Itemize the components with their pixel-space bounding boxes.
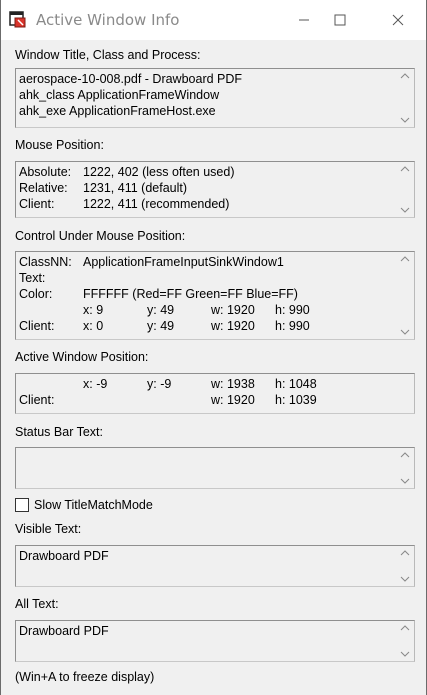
control-pos-h: h: 990	[275, 303, 310, 317]
control-color-value: FFFFFF (Red=FF Green=FF Blue=FF)	[83, 287, 298, 301]
freeze-hint: (Win+A to freeze display)	[15, 670, 155, 684]
control-client-w: w: 1920	[211, 319, 255, 333]
mouse-position-content: Absolute: 1222, 402 (less often used) Re…	[19, 164, 394, 212]
visible-text-textbox[interactable]: Drawboard PDF	[15, 545, 415, 587]
visible-text-value: Drawboard PDF	[19, 549, 109, 563]
active-window-y: y: -9	[147, 377, 172, 391]
control-scrollbar[interactable]	[396, 252, 414, 339]
window-title-line: aerospace-10-008.pdf - Drawboard PDF	[19, 72, 243, 86]
active-window-textbox[interactable]: x: -9 y: -9 w: 1938 h: 1048 Client: w: 1…	[15, 373, 415, 414]
close-icon	[392, 14, 404, 26]
control-pos-row: x: 9 y: 49 w: 1920 h: 990	[19, 302, 394, 318]
active-window-section-label: Active Window Position:	[15, 350, 149, 364]
mouse-client-key: Client:	[19, 197, 55, 211]
mouse-client-value: 1222, 411 (recommended)	[83, 197, 230, 211]
maximize-icon	[334, 14, 346, 26]
scroll-up-icon[interactable]	[400, 624, 410, 632]
mouse-position-section-label: Mouse Position:	[15, 138, 104, 152]
active-window-pos-row: x: -9 y: -9 w: 1938 h: 1048	[19, 376, 394, 392]
control-section-label: Control Under Mouse Position:	[15, 229, 186, 243]
all-text-section-label: All Text:	[15, 597, 59, 611]
active-window-client-h: h: 1039	[275, 393, 317, 407]
scroll-down-icon[interactable]	[400, 116, 410, 124]
control-client-y: y: 49	[147, 319, 175, 333]
maximize-button[interactable]	[317, 0, 363, 40]
scroll-up-icon[interactable]	[400, 255, 410, 263]
slow-titlematchmode-checkbox[interactable]	[15, 498, 29, 512]
visible-text-scrollbar[interactable]	[396, 546, 414, 586]
control-text-key: Text:	[19, 271, 46, 285]
control-pos-x: x: 9	[83, 303, 104, 317]
close-button[interactable]	[375, 0, 421, 40]
visible-text-section-label: Visible Text:	[15, 522, 82, 536]
title-bar[interactable]: Active Window Info	[1, 0, 426, 40]
control-text-row: Text:	[19, 270, 394, 286]
mouse-absolute-key: Absolute:	[19, 165, 72, 179]
all-text-scrollbar[interactable]	[396, 621, 414, 661]
control-client-h: h: 990	[275, 319, 310, 333]
window-title: Active Window Info	[36, 11, 180, 29]
active-window-w: w: 1938	[211, 377, 255, 391]
mouse-absolute-value: 1222, 402 (less often used)	[83, 165, 235, 179]
status-bar-section-label: Status Bar Text:	[15, 425, 104, 439]
control-color-row: Color: FFFFFF (Red=FF Green=FF Blue=FF)	[19, 286, 394, 302]
active-window-client-row: Client: w: 1920 h: 1039	[19, 392, 394, 408]
control-classnn-key: ClassNN:	[19, 255, 72, 269]
control-textbox[interactable]: ClassNN: ApplicationFrameInputSinkWindow…	[15, 251, 415, 340]
active-window-x: x: -9	[83, 377, 108, 391]
window-class-line: ahk_class ApplicationFrameWindow	[19, 88, 220, 102]
all-text-value: Drawboard PDF	[19, 624, 109, 638]
scroll-down-icon[interactable]	[400, 328, 410, 336]
visible-text-content: Drawboard PDF	[19, 548, 394, 564]
window-title-scrollbar[interactable]	[396, 69, 414, 127]
window-title-section-label: Window Title, Class and Process:	[15, 48, 201, 62]
scroll-down-icon[interactable]	[400, 206, 410, 214]
slow-titlematchmode-label[interactable]: Slow TitleMatchMode	[34, 498, 153, 512]
window-spy-app-icon	[9, 11, 27, 29]
mouse-relative-row: Relative: 1231, 411 (default)	[19, 180, 394, 196]
minimize-icon	[299, 19, 309, 21]
scroll-up-icon[interactable]	[400, 451, 410, 459]
active-window-h: h: 1048	[275, 377, 317, 391]
control-client-x: x: 0	[83, 319, 104, 333]
control-classnn-row: ClassNN: ApplicationFrameInputSinkWindow…	[19, 254, 394, 270]
active-window-client-w: w: 1920	[211, 393, 255, 407]
scroll-up-icon[interactable]	[400, 165, 410, 173]
active-window-info-window: Active Window Info Window Title, Class a…	[0, 0, 427, 695]
status-bar-scrollbar[interactable]	[396, 448, 414, 488]
control-pos-y: y: 49	[147, 303, 175, 317]
control-content: ClassNN: ApplicationFrameInputSinkWindow…	[19, 254, 394, 334]
mouse-absolute-row: Absolute: 1222, 402 (less often used)	[19, 164, 394, 180]
scroll-up-icon[interactable]	[400, 549, 410, 557]
active-window-client-key: Client:	[19, 393, 55, 407]
control-pos-w: w: 1920	[211, 303, 255, 317]
mouse-position-textbox[interactable]: Absolute: 1222, 402 (less often used) Re…	[15, 161, 415, 218]
window-title-textbox[interactable]: aerospace-10-008.pdf - Drawboard PDF ahk…	[15, 68, 415, 128]
control-classnn-value: ApplicationFrameInputSinkWindow1	[83, 255, 284, 269]
window-title-content: aerospace-10-008.pdf - Drawboard PDF ahk…	[19, 71, 394, 119]
all-text-content: Drawboard PDF	[19, 623, 394, 639]
mouse-position-scrollbar[interactable]	[396, 162, 414, 217]
mouse-client-row: Client: 1222, 411 (recommended)	[19, 196, 394, 212]
mouse-relative-key: Relative:	[19, 181, 68, 195]
scroll-down-icon[interactable]	[400, 650, 410, 658]
scroll-up-icon[interactable]	[400, 72, 410, 80]
active-window-content: x: -9 y: -9 w: 1938 h: 1048 Client: w: 1…	[19, 376, 394, 408]
scroll-down-icon[interactable]	[400, 575, 410, 583]
control-client-key: Client:	[19, 319, 55, 333]
scroll-down-icon[interactable]	[400, 477, 410, 485]
control-color-key: Color:	[19, 287, 53, 301]
control-client-row: Client: x: 0 y: 49 w: 1920 h: 990	[19, 318, 394, 334]
window-exe-line: ahk_exe ApplicationFrameHost.exe	[19, 104, 216, 118]
mouse-relative-value: 1231, 411 (default)	[83, 181, 188, 195]
all-text-textbox[interactable]: Drawboard PDF	[15, 620, 415, 662]
status-bar-textbox[interactable]	[15, 447, 415, 489]
